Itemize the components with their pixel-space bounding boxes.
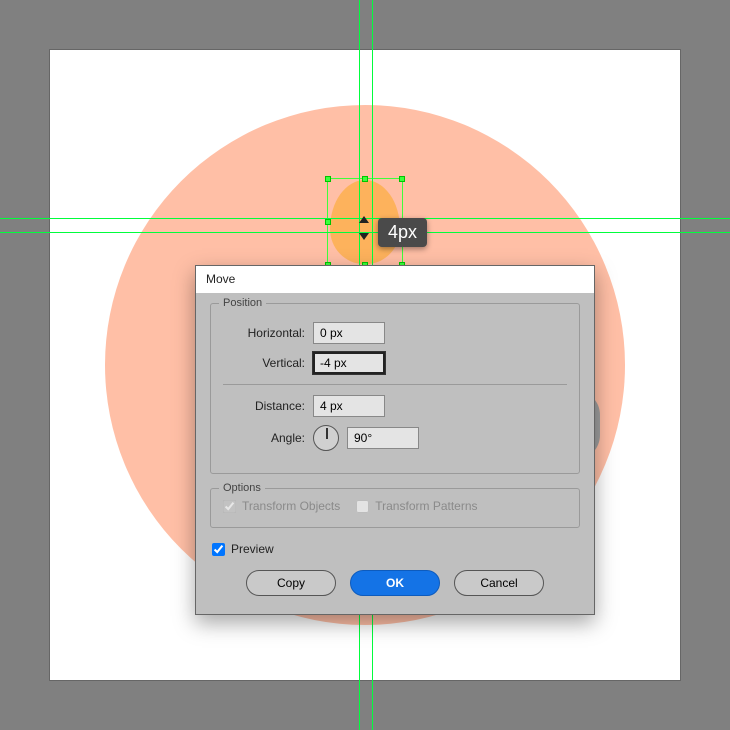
distance-label: Distance:: [223, 399, 305, 413]
transform-patterns-label: Transform Patterns: [375, 499, 477, 513]
transform-objects-input[interactable]: [223, 500, 236, 513]
transform-patterns-input[interactable]: [356, 500, 369, 513]
angle-dial[interactable]: [313, 425, 339, 451]
vertical-label: Vertical:: [223, 356, 305, 370]
angle-input[interactable]: [347, 427, 419, 449]
cancel-button[interactable]: Cancel: [454, 570, 544, 596]
move-dialog: Move Position Horizontal: Vertical: Dist…: [195, 265, 595, 615]
vertical-move-cursor-icon: [354, 218, 374, 238]
transform-patterns-checkbox[interactable]: Transform Patterns: [356, 499, 477, 513]
ok-button[interactable]: OK: [350, 570, 440, 596]
position-fieldset: Position Horizontal: Vertical: Distance:…: [210, 303, 580, 474]
options-fieldset: Options Transform Objects Transform Patt…: [210, 488, 580, 528]
transform-objects-label: Transform Objects: [242, 499, 340, 513]
copy-button[interactable]: Copy: [246, 570, 336, 596]
position-legend: Position: [219, 297, 266, 309]
horizontal-label: Horizontal:: [223, 326, 305, 340]
angle-label: Angle:: [223, 431, 305, 445]
preview-label: Preview: [231, 542, 274, 556]
horizontal-input[interactable]: [313, 322, 385, 344]
vertical-input[interactable]: [313, 352, 385, 374]
divider: [223, 384, 567, 385]
dialog-title: Move: [196, 266, 594, 293]
preview-checkbox[interactable]: [212, 543, 225, 556]
options-legend: Options: [219, 482, 265, 494]
measurement-tooltip: 4px: [378, 218, 427, 247]
transform-objects-checkbox[interactable]: Transform Objects: [223, 499, 340, 513]
distance-input[interactable]: [313, 395, 385, 417]
